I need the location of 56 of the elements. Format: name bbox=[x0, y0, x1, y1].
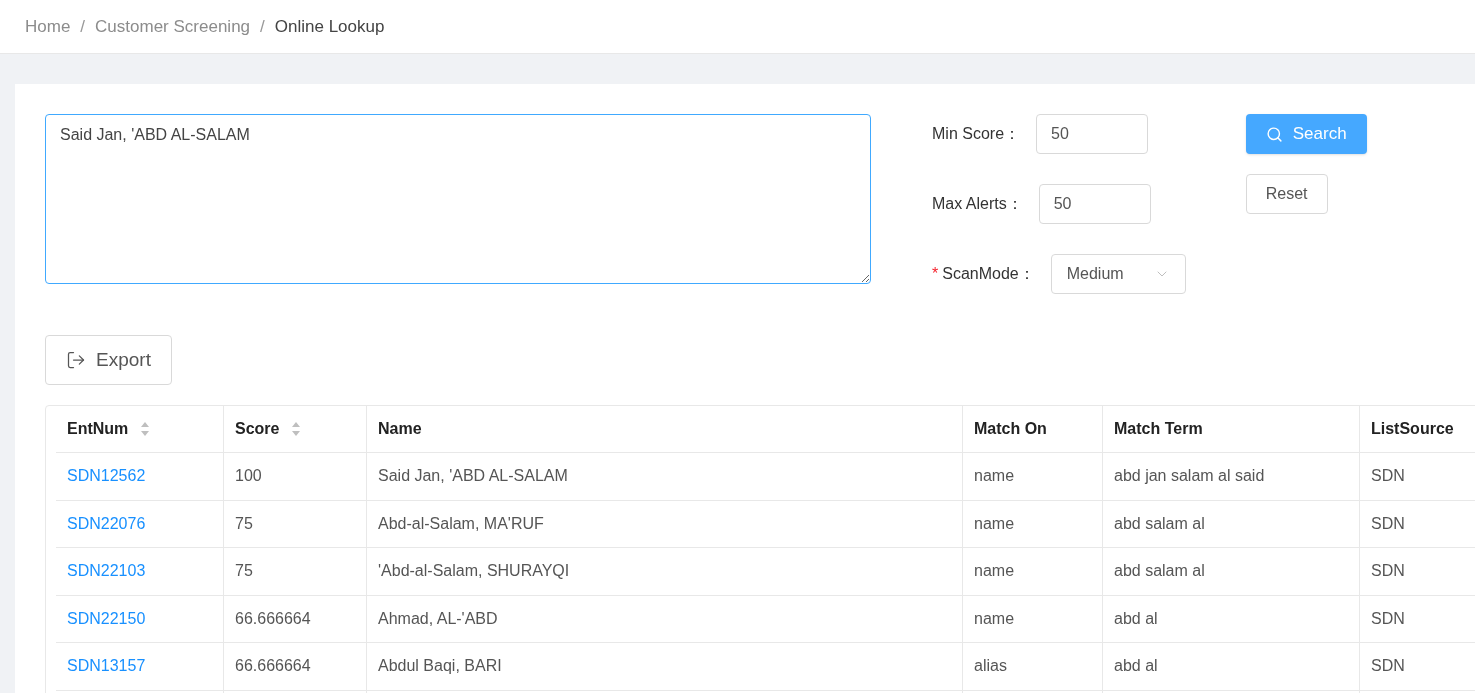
table-cell-text: name bbox=[974, 466, 1015, 487]
table-cell-text: Abdul Baqi, BARI bbox=[378, 656, 502, 677]
table-cell-text: abd al bbox=[1114, 608, 1158, 629]
table-cell-text: SDN bbox=[1371, 561, 1405, 582]
search-icon bbox=[1265, 125, 1283, 143]
column-header: Match On bbox=[974, 419, 1047, 439]
entity-link[interactable]: SDN22150 bbox=[67, 606, 146, 631]
field-label: Min Score： bbox=[932, 124, 1021, 144]
breadcrumb-separator: / bbox=[80, 15, 86, 38]
number-field[interactable]: 50 bbox=[1038, 184, 1151, 224]
table-cell-text: alias bbox=[974, 656, 1007, 677]
breadcrumb-item: Online Lookup bbox=[274, 15, 385, 38]
export-button[interactable]: Export bbox=[45, 335, 172, 385]
column-header: ListSource bbox=[1371, 419, 1454, 439]
reset-button[interactable]: Reset bbox=[1245, 174, 1328, 214]
column-header: Name bbox=[378, 419, 422, 439]
table-cell-text: name bbox=[974, 561, 1015, 582]
query-field[interactable]: Said Jan, 'ABD AL-SALAM bbox=[45, 114, 871, 284]
table-cell-text: 'Abd-al-Salam, SHURAYQI bbox=[378, 561, 570, 582]
table-cell-text: abd salam al bbox=[1114, 513, 1205, 534]
table-cell-text: 75 bbox=[235, 513, 253, 534]
table-cell-text: SDN bbox=[1371, 513, 1405, 534]
breadcrumb-item[interactable]: Customer Screening bbox=[95, 13, 251, 40]
entity-link[interactable]: SDN12562 bbox=[67, 464, 146, 489]
field-label: Max Alerts： bbox=[932, 194, 1023, 214]
table-cell-text: Said Jan, 'ABD AL-SALAM bbox=[378, 466, 568, 487]
table-cell-text: 66.666664 bbox=[235, 608, 311, 629]
sort-icon[interactable] bbox=[291, 421, 302, 437]
select-field[interactable]: Medium bbox=[1050, 254, 1186, 294]
table-cell-text: abd salam al bbox=[1114, 561, 1205, 582]
column-header: EntNum bbox=[67, 419, 129, 439]
table-cell-text: name bbox=[974, 608, 1015, 629]
entity-link[interactable]: SDN13157 bbox=[67, 654, 146, 679]
table-cell-text: 100 bbox=[235, 466, 262, 487]
breadcrumb-separator: / bbox=[260, 15, 265, 38]
table-cell-text: SDN bbox=[1371, 608, 1405, 629]
export-icon bbox=[66, 350, 87, 370]
table-cell-text: name bbox=[974, 513, 1015, 534]
column-header: Match Term bbox=[1114, 419, 1203, 439]
table-cell-text: abd al bbox=[1114, 656, 1158, 677]
number-field[interactable]: 50 bbox=[1036, 114, 1149, 154]
table-cell-text: SDN bbox=[1371, 656, 1405, 677]
required-mark: * bbox=[932, 264, 939, 284]
entity-link[interactable]: SDN22103 bbox=[67, 559, 146, 584]
sort-icon[interactable] bbox=[140, 421, 151, 437]
table-cell-text: abd jan salam al said bbox=[1114, 466, 1265, 487]
search-button[interactable]: Search bbox=[1245, 114, 1367, 154]
table-cell-text: Abd-al-Salam, MA'RUF bbox=[378, 513, 544, 534]
table-cell-text: 75 bbox=[235, 561, 253, 582]
field-label: ScanMode： bbox=[942, 264, 1035, 284]
table-cell-text: Ahmad, AL-'ABD bbox=[378, 608, 498, 629]
table-cell-text: SDN bbox=[1371, 466, 1405, 487]
table-cell-text: 66.666664 bbox=[235, 656, 311, 677]
breadcrumb-item[interactable]: Home bbox=[25, 13, 71, 40]
entity-link[interactable]: SDN22076 bbox=[67, 511, 146, 536]
column-header: Score bbox=[235, 419, 280, 439]
